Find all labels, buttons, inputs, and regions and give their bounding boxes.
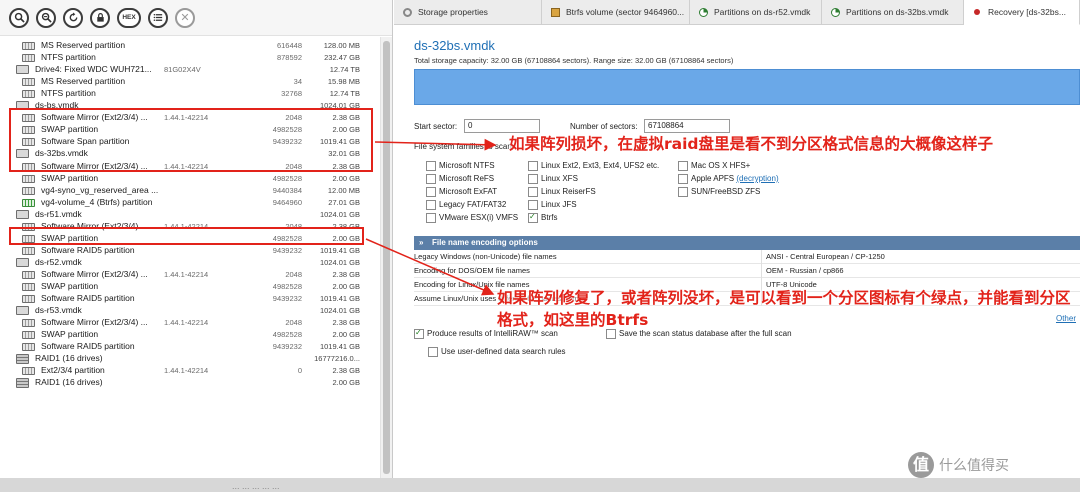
partition-icon	[22, 246, 35, 255]
fs-checkbox[interactable]: Microsoft ExFAT	[426, 186, 497, 197]
fs-checkbox[interactable]: Apple APFS (decryption)	[678, 173, 779, 184]
encoding-row[interactable]: Encoding for DOS/OEM file names OEM - Rus…	[414, 264, 1080, 278]
encoding-key: Encoding for DOS/OEM file names	[414, 266, 530, 275]
partition-icon	[22, 283, 35, 291]
tab-partitions-ds-r52[interactable]: Partitions on ds-r52.vmdk	[690, 0, 822, 25]
toolbar: HEX ✕	[0, 0, 392, 36]
annotation-note-repaired: 如果阵列修复了，或者阵列没坏，是可以看到一个分区图标有个绿点，并能看到分区格式，…	[497, 289, 1071, 329]
search-icon[interactable]	[9, 7, 29, 28]
user-rules-checkbox[interactable]: Use user-defined data search rules	[428, 346, 566, 357]
pie-icon	[831, 8, 840, 17]
annotation-note-broken: 如果阵列损坏，在虚拟raid盘里是看不到分区格式信息的大概像这样子	[509, 135, 994, 153]
fs-checkbox[interactable]: Legacy FAT/FAT32	[426, 199, 506, 210]
fs-families-label: File system families to scan	[414, 142, 512, 151]
partition-icon	[22, 54, 35, 63]
partition-ok-icon	[22, 198, 35, 207]
page-title: ds-32bs.vmdk	[414, 38, 495, 53]
volume-icon	[551, 8, 560, 17]
watermark: 值 什么值得买	[908, 452, 1009, 478]
decryption-link[interactable]: (decryption)	[736, 174, 778, 183]
raid-icon	[16, 354, 29, 365]
partition-icon	[22, 174, 35, 183]
tab-label: Partitions on ds-32bs.vmdk	[846, 7, 949, 17]
fs-checkbox[interactable]: Linux XFS	[528, 173, 578, 184]
start-sector-label: Start sector:	[414, 122, 458, 131]
tab-storage-properties[interactable]: Storage properties	[394, 0, 542, 25]
tab-label: Storage properties	[418, 7, 488, 17]
capacity-info: Total storage capacity: 32.00 GB (671088…	[414, 56, 734, 65]
fs-checkbox[interactable]: VMware ESX(i) VMFS	[426, 212, 518, 223]
tab-btrfs-volume[interactable]: Btrfs volume (sector 9464960...	[542, 0, 690, 25]
partition-icon	[22, 270, 35, 279]
encoding-row[interactable]: Legacy Windows (non-Unicode) file names A…	[414, 250, 1080, 264]
watermark-logo-icon: 值	[908, 452, 934, 478]
fs-checkbox[interactable]: Linux Ext2, Ext3, Ext4, UFS2 etc.	[528, 160, 659, 171]
column-divider	[761, 264, 762, 278]
partition-icon	[22, 367, 35, 376]
lock-icon[interactable]	[90, 7, 110, 28]
tab-recovery[interactable]: Recovery [ds-32bs...	[964, 0, 1080, 25]
partition-icon	[22, 331, 35, 340]
disk-icon	[16, 209, 29, 219]
partition-icon	[22, 295, 35, 304]
partition-icon	[22, 42, 35, 50]
status-text: ... ... ... ... ...	[232, 481, 280, 491]
zoom-icon[interactable]	[36, 7, 56, 28]
partition-icon	[22, 186, 35, 195]
disk-icon	[16, 65, 29, 75]
disk-icon	[16, 306, 29, 316]
watermark-text: 什么值得买	[939, 458, 1009, 474]
gear-icon	[403, 8, 412, 17]
tab-partitions-ds-32bs[interactable]: Partitions on ds-32bs.vmdk	[822, 0, 964, 25]
encoding-value[interactable]: ANSI - Central European / CP-1250	[766, 250, 885, 264]
tree-item-raid[interactable]: RAID1 (16 drives) 2.00 GB	[0, 376, 380, 390]
screenshot: HEX ✕ MS Reserved partition 616448 128.00 …	[0, 0, 1080, 492]
fs-checkbox[interactable]: Linux ReiserFS	[528, 186, 596, 197]
fs-checkbox[interactable]: Microsoft NTFS	[426, 160, 495, 171]
partition-icon	[22, 78, 35, 87]
disk-icon	[16, 257, 29, 267]
partition-icon	[22, 343, 35, 352]
partition-icon	[22, 90, 35, 99]
fs-checkbox[interactable]: SUN/FreeBSD ZFS	[678, 186, 760, 197]
encoding-key: Legacy Windows (non-Unicode) file names	[414, 252, 557, 261]
close-icon[interactable]: ✕	[175, 7, 195, 28]
encoding-section-header[interactable]: File name encoding options	[414, 236, 1080, 250]
recovery-icon	[974, 9, 980, 15]
btrfs-checkbox[interactable]: Btrfs	[528, 211, 557, 223]
tree-item-size: 2.00 GB	[332, 378, 360, 388]
scrollbar-thumb[interactable]	[383, 41, 390, 474]
pie-icon	[699, 8, 708, 17]
list-icon[interactable]	[148, 7, 168, 28]
range-bar[interactable]	[414, 69, 1080, 105]
tab-label: Recovery [ds-32bs...	[988, 7, 1066, 17]
partition-icon	[22, 319, 35, 328]
tab-label: Btrfs volume (sector 9464960...	[566, 7, 685, 17]
number-of-sectors-label: Number of sectors:	[570, 122, 638, 131]
encoding-value[interactable]: OEM - Russian / cp866	[766, 264, 844, 278]
start-sector-input[interactable]: 0	[464, 119, 540, 133]
fs-checkbox[interactable]: Microsoft ReFS	[426, 173, 494, 184]
fs-label: Apple APFS	[691, 174, 735, 183]
tab-label: Partitions on ds-r52.vmdk	[714, 7, 811, 17]
status-strip	[0, 478, 1080, 492]
number-of-sectors-input[interactable]: 67108864	[644, 119, 730, 133]
column-divider	[761, 250, 762, 264]
fs-checkbox[interactable]: Linux JFS	[528, 199, 577, 210]
refresh-icon[interactable]	[63, 7, 83, 28]
highlight-box-btrfs-partition	[9, 227, 364, 245]
recovery-pane: Storage properties Btrfs volume (sector …	[394, 0, 1080, 478]
highlight-box-broken-array	[9, 108, 373, 172]
tab-bar: Storage properties Btrfs volume (sector …	[394, 0, 1080, 25]
hex-icon[interactable]: HEX	[117, 7, 141, 28]
fs-checkbox[interactable]: Mac OS X HFS+	[678, 160, 750, 171]
tree-item-name: RAID1 (16 drives)	[35, 377, 103, 388]
raid-icon	[16, 378, 29, 389]
tree-scrollbar[interactable]	[380, 37, 392, 478]
